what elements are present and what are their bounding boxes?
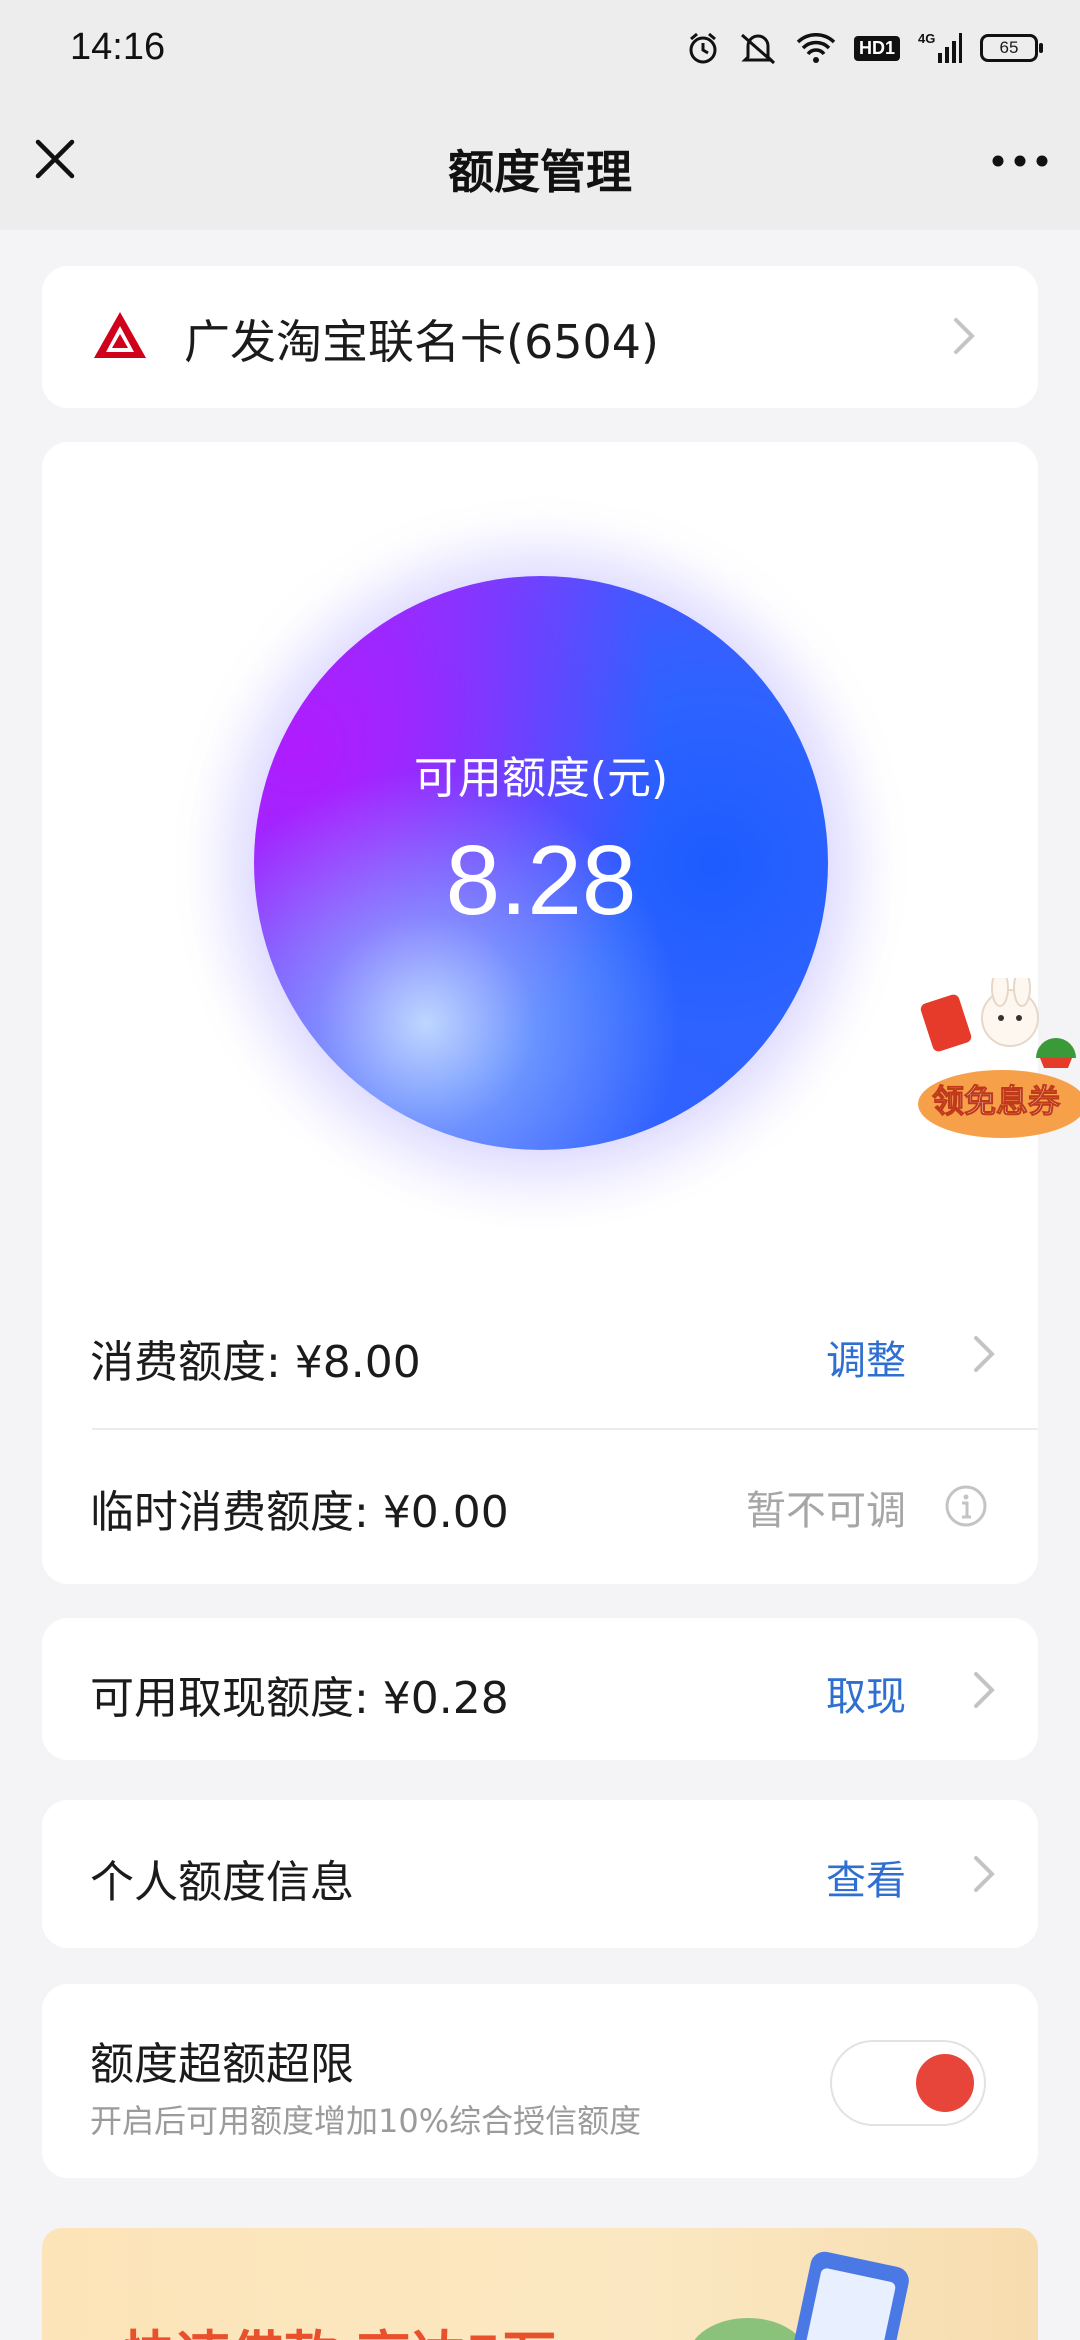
phone-illustration-icon xyxy=(694,2251,909,2340)
status-time: 14:16 xyxy=(70,26,166,68)
temp-limit-label: 临时消费额度: ¥0.00 xyxy=(90,1487,509,1538)
signal-icon: 4G xyxy=(918,30,962,66)
cash-withdrawal-card[interactable]: 可用取现额度: ¥0.28 取现 xyxy=(42,1618,1038,1760)
overlimit-toggle[interactable] xyxy=(830,2040,986,2126)
battery-level: 65 xyxy=(980,34,1043,62)
temp-limit-row: 临时消费额度: ¥0.00 暂不可调 xyxy=(42,1428,1038,1578)
personal-limit-label: 个人额度信息 xyxy=(90,1857,354,1908)
view-link[interactable]: 查看 xyxy=(826,1848,906,1906)
bank-logo-icon xyxy=(94,312,146,358)
cash-limit-label: 可用取现额度: ¥0.28 xyxy=(90,1673,509,1724)
info-icon[interactable] xyxy=(944,1484,988,1528)
nav-bar: 额度管理 xyxy=(0,96,1080,230)
divider xyxy=(92,1428,1038,1430)
page-title: 额度管理 xyxy=(448,145,632,199)
loan-banner[interactable]: 快速借款 高达5万 xyxy=(42,2228,1038,2340)
mute-icon xyxy=(738,30,778,66)
banner-text: 快速借款 高达5万 xyxy=(122,2312,556,2340)
overlimit-title: 额度超额超限 xyxy=(90,2039,354,2090)
battery-icon: 65 xyxy=(980,30,1043,66)
personal-limit-card[interactable]: 个人额度信息 查看 xyxy=(42,1800,1038,1948)
coupon-text: 领免息券 xyxy=(931,1082,1060,1121)
chevron-right-icon xyxy=(974,1336,995,1372)
wifi-icon xyxy=(796,30,836,66)
spending-limit-row[interactable]: 消费额度: ¥8.00 调整 xyxy=(42,1278,1038,1428)
coupon-promo[interactable]: 领免息券 xyxy=(906,969,1080,1138)
chevron-right-icon xyxy=(974,1856,995,1892)
overlimit-card: 额度超额超限 开启后可用额度增加10%综合授信额度 xyxy=(42,1984,1038,2178)
bank-card-selector[interactable]: 广发淘宝联名卡(6504) xyxy=(42,266,1038,408)
bank-card-name: 广发淘宝联名卡(6504) xyxy=(184,315,659,369)
status-bar: 14:16 HD1 4G 65 xyxy=(0,0,1080,96)
chevron-right-icon xyxy=(954,318,975,354)
spending-limit-label: 消费额度: ¥8.00 xyxy=(90,1337,421,1388)
credit-overview-card: 可用额度(元) 8.28 消费额度: ¥8.00 调整 临时消费额度: ¥0.0… xyxy=(42,442,1038,1584)
toggle-knob xyxy=(916,2054,974,2112)
withdraw-link[interactable]: 取现 xyxy=(826,1664,906,1722)
adjust-link[interactable]: 调整 xyxy=(826,1328,906,1386)
hd-icon: HD1 xyxy=(853,30,900,66)
overlimit-subtitle: 开启后可用额度增加10%综合授信额度 xyxy=(90,2102,642,2140)
network-label: 4G xyxy=(918,31,935,46)
alarm-icon xyxy=(686,30,720,66)
chevron-right-icon xyxy=(974,1672,995,1708)
status-icons: HD1 4G 65 xyxy=(686,28,1043,68)
more-icon[interactable] xyxy=(988,146,1052,176)
available-credit-label: 可用额度(元) xyxy=(413,753,669,804)
temp-limit-status: 暂不可调 xyxy=(746,1488,906,1534)
available-credit-value: 8.28 xyxy=(445,825,637,935)
